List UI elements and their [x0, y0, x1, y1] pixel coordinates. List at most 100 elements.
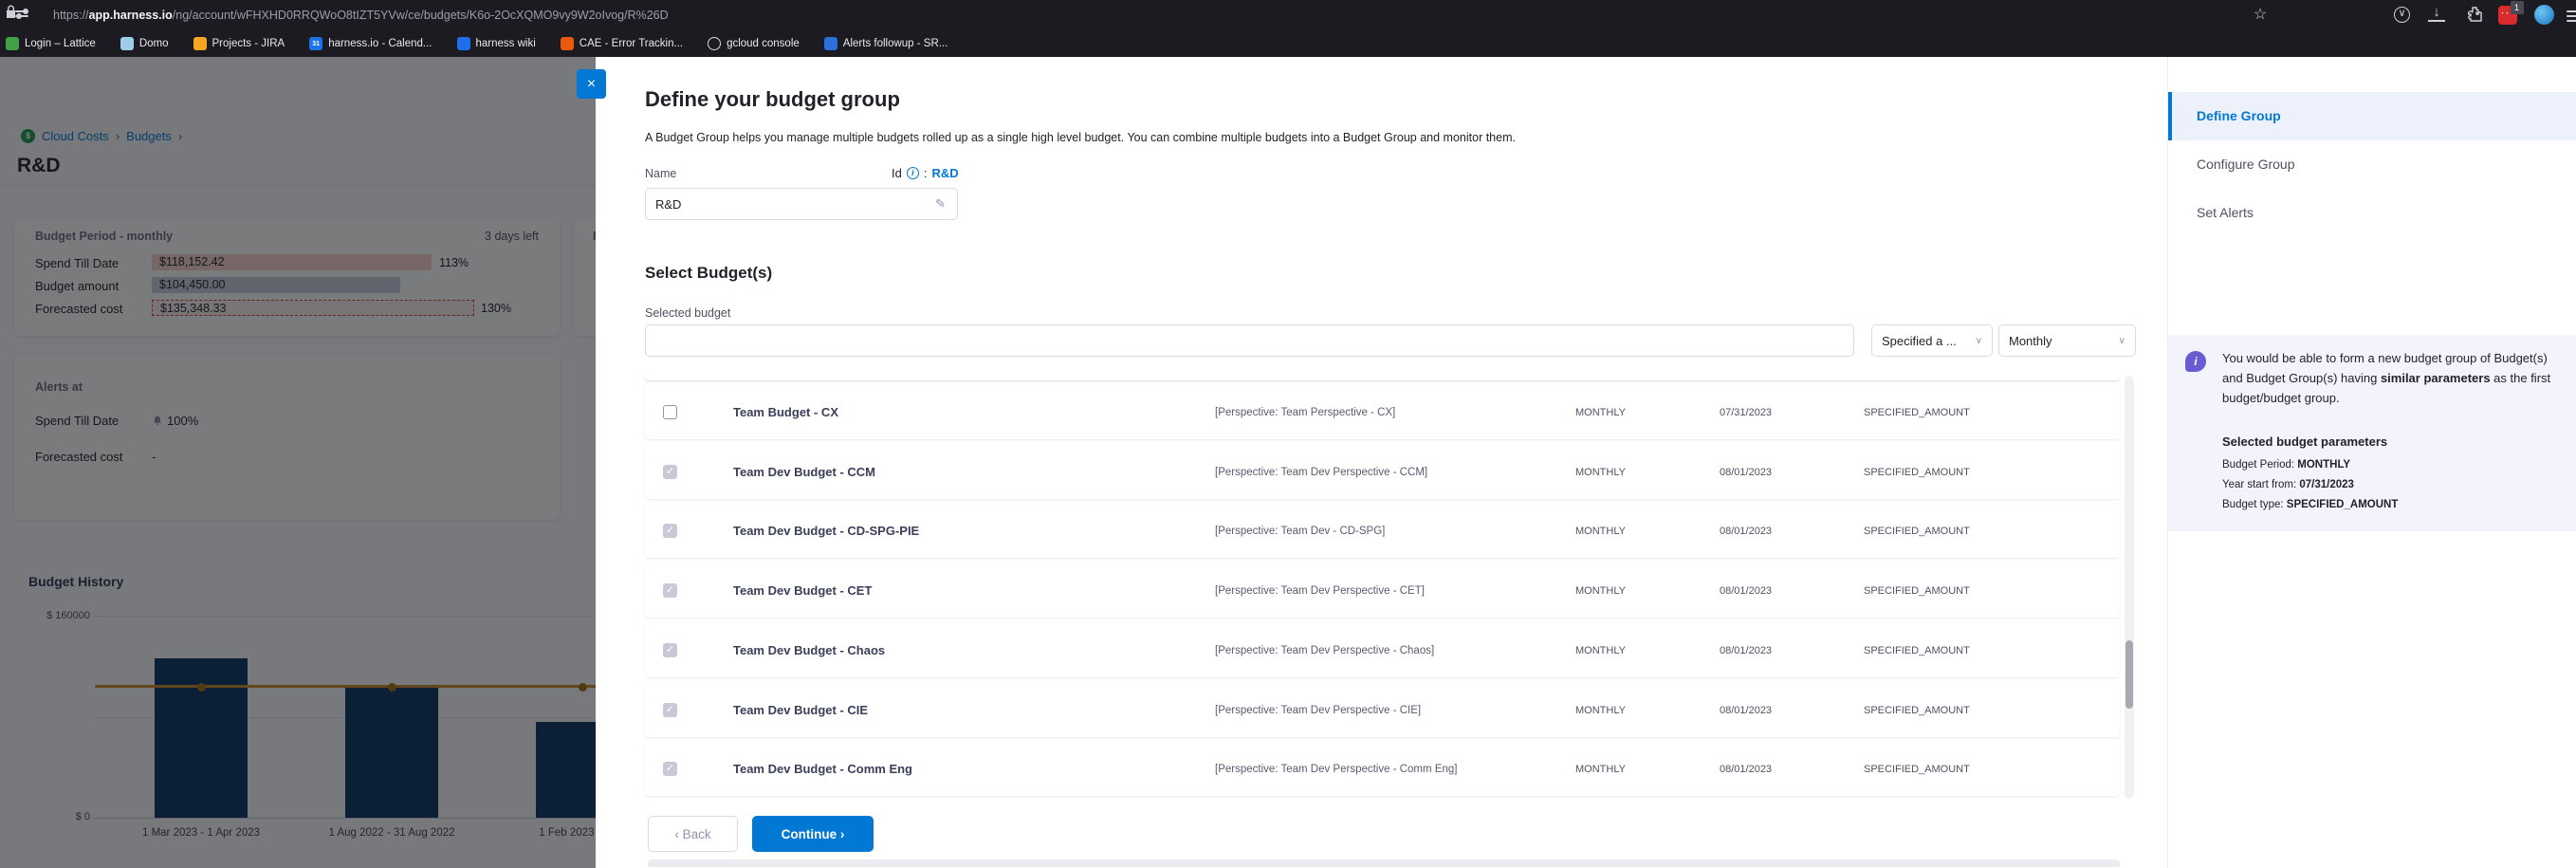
- info-text: You would be able to form a new budget g…: [2222, 348, 2556, 408]
- screen: https://app.harness.io/ng/account/wFHXHD…: [0, 0, 2576, 868]
- budget-type-filter-value: Specified a ...: [1882, 334, 1957, 348]
- budget-checkbox[interactable]: ✓: [663, 583, 677, 598]
- id-value: R&D: [931, 166, 958, 180]
- select-budgets-title: Select Budget(s): [645, 264, 772, 283]
- budget-row[interactable]: Team Budget - CX [Perspective: Team Pers…: [645, 385, 2120, 439]
- edit-icon[interactable]: ✎: [935, 196, 946, 212]
- id-label: Id: [892, 166, 902, 180]
- browser-chrome: https://app.harness.io/ng/account/wFHXHD…: [0, 0, 2576, 57]
- budget-row[interactable]: ✓ Team Dev Budget - Chaos [Perspective: …: [645, 623, 2120, 677]
- budget-start-date: 08/01/2023: [1720, 764, 1772, 775]
- budget-perspective: [Perspective: Team Dev Perspective - CIE…: [1215, 705, 1421, 716]
- budget-perspective: [Perspective: Team Dev Perspective - CCM…: [1215, 467, 1427, 478]
- bookmark-favicon: [457, 37, 470, 50]
- budget-type: SPECIFIED_AMOUNT: [1864, 407, 1970, 418]
- url-bar-row: https://app.harness.io/ng/account/wFHXHD…: [0, 0, 2576, 30]
- bookmark-label: Projects - JIRA: [212, 38, 285, 49]
- bookmark-item[interactable]: Projects - JIRA: [193, 37, 285, 50]
- budget-row[interactable]: ✓ Team Dev Budget - CIE [Perspective: Te…: [645, 683, 2120, 737]
- budget-checkbox[interactable]: ✓: [663, 465, 677, 479]
- password-manager-badge: 1: [2511, 1, 2524, 14]
- bookmark-item[interactable]: Domo: [120, 37, 169, 50]
- selected-budget-input[interactable]: [645, 324, 1854, 357]
- address-bar[interactable]: https://app.harness.io/ng/account/wFHXHD…: [36, 3, 2244, 28]
- step-set-alerts[interactable]: Set Alerts: [2168, 189, 2576, 237]
- budget-checkbox[interactable]: ✓: [663, 524, 677, 538]
- name-label: Name: [645, 167, 676, 180]
- budget-start-date: 08/01/2023: [1720, 645, 1772, 656]
- budget-type: SPECIFIED_AMOUNT: [1864, 526, 1970, 537]
- close-icon[interactable]: ×: [577, 69, 606, 99]
- budget-checkbox[interactable]: ✓: [663, 762, 677, 776]
- extensions-icon[interactable]: [2464, 7, 2485, 26]
- menu-icon[interactable]: [2567, 8, 2576, 25]
- budget-perspective: [Perspective: Team Dev Perspective - Cha…: [1215, 645, 1434, 656]
- params-title: Selected budget parameters: [2222, 434, 2387, 449]
- budget-name: Team Dev Budget - CCM: [733, 465, 875, 479]
- step-configure-group[interactable]: Configure Group: [2168, 140, 2576, 189]
- budget-perspective: [Perspective: Team Dev - CD-SPG]: [1215, 526, 1385, 537]
- bookmark-favicon: [120, 37, 134, 50]
- budget-row[interactable]: ✓ Team Dev Budget - CD-SPG-PIE [Perspect…: [645, 504, 2120, 558]
- next-section-strip: [648, 859, 2120, 867]
- budget-period: MONTHLY: [1575, 526, 1626, 537]
- chevron-down-icon: ∨: [2119, 336, 2125, 346]
- bookmark-favicon: 31: [309, 37, 322, 50]
- budget-type-filter-dropdown[interactable]: Specified a ...∨: [1871, 324, 1993, 357]
- budget-row[interactable]: ✓ Team Dev Budget - Comm Eng [Perspectiv…: [645, 742, 2120, 796]
- password-manager-icon[interactable]: ···1: [2498, 6, 2517, 25]
- param-budget-period: Budget Period: MONTHLY: [2222, 459, 2350, 471]
- budget-checkbox[interactable]: [663, 405, 677, 419]
- budget-name: Team Dev Budget - Chaos: [733, 643, 885, 657]
- budget-start-date: 08/01/2023: [1720, 705, 1772, 716]
- bookmark-item[interactable]: CAE - Error Trackin...: [561, 37, 683, 50]
- bookmark-label: harness.io - Calend...: [328, 38, 432, 49]
- info-icon[interactable]: i: [907, 167, 919, 179]
- bookmark-favicon: [824, 37, 837, 50]
- budget-period: MONTHLY: [1575, 467, 1626, 478]
- bookmark-star-icon[interactable]: ☆: [2250, 5, 2271, 24]
- back-button[interactable]: ‹ Back: [648, 816, 738, 852]
- bookmark-label: Login – Lattice: [25, 38, 96, 49]
- budget-row[interactable]: ✓ Team Dev Budget - CET [Perspective: Te…: [645, 563, 2120, 618]
- budget-type: SPECIFIED_AMOUNT: [1864, 705, 1970, 716]
- budget-name: Team Dev Budget - CD-SPG-PIE: [733, 524, 919, 538]
- bookmark-favicon: [561, 37, 574, 50]
- pocket-icon[interactable]: ∨: [2394, 7, 2410, 23]
- period-filter-dropdown[interactable]: Monthly∨: [1998, 324, 2136, 357]
- scrollbar-thumb[interactable]: [2125, 640, 2133, 709]
- budget-name: Team Dev Budget - CET: [733, 583, 872, 598]
- budget-type: SPECIFIED_AMOUNT: [1864, 645, 1970, 656]
- profile-avatar[interactable]: [2534, 5, 2554, 25]
- bookmark-item[interactable]: Alerts followup - SR...: [824, 37, 948, 50]
- budget-perspective: [Perspective: Team Dev Perspective - Com…: [1215, 764, 1457, 775]
- step-define-group[interactable]: Define Group: [2168, 92, 2576, 140]
- budget-type: SPECIFIED_AMOUNT: [1864, 764, 1970, 775]
- budget-period: MONTHLY: [1575, 585, 1626, 597]
- budget-checkbox[interactable]: ✓: [663, 643, 677, 657]
- bookmark-item[interactable]: harness wiki: [457, 37, 536, 50]
- list-scrollbar[interactable]: [2125, 376, 2134, 799]
- budget-group-modal: Define your budget group A Budget Group …: [596, 57, 2167, 868]
- budget-perspective: [Perspective: Team Perspective - CX]: [1215, 407, 1395, 418]
- budget-type: SPECIFIED_AMOUNT: [1864, 467, 1970, 478]
- tracking-protection-icon[interactable]: [15, 8, 36, 20]
- bookmark-item[interactable]: Login – Lattice: [6, 37, 96, 50]
- name-input[interactable]: [645, 188, 958, 220]
- hint-icon: i: [2185, 351, 2206, 372]
- budget-start-date: 07/31/2023: [1720, 407, 1772, 418]
- budget-period: MONTHLY: [1575, 764, 1626, 775]
- budget-checkbox[interactable]: ✓: [663, 703, 677, 717]
- budget-name: Team Dev Budget - Comm Eng: [733, 762, 912, 776]
- bookmark-item[interactable]: 31 harness.io - Calend...: [309, 37, 432, 50]
- bookmark-item[interactable]: gcloud console: [708, 37, 800, 50]
- download-icon[interactable]: ↓: [2428, 6, 2445, 22]
- budget-period: MONTHLY: [1575, 407, 1626, 418]
- budget-start-date: 08/01/2023: [1720, 526, 1772, 537]
- bookmarks-bar: Login – Lattice Domo Projects - JIRA 31 …: [6, 32, 948, 55]
- budget-row[interactable]: ✓ Team Dev Budget - CCM [Perspective: Te…: [645, 445, 2120, 499]
- budget-perspective: [Perspective: Team Dev Perspective - CET…: [1215, 585, 1425, 597]
- partial-row: [645, 376, 2120, 381]
- bookmark-label: Domo: [139, 38, 169, 49]
- continue-button[interactable]: Continue ›: [752, 816, 874, 852]
